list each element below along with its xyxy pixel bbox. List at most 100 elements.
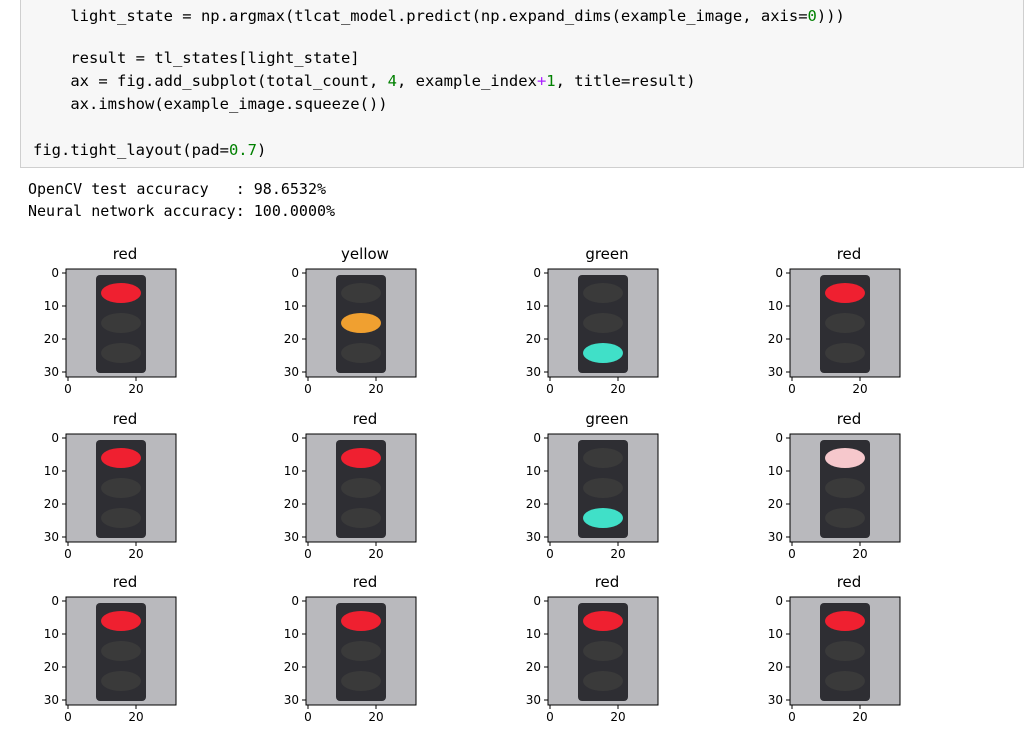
y-tick-label: 20 (44, 497, 59, 511)
lamp (101, 508, 141, 528)
subplot: red 0 10 20 30 0 20 (754, 573, 901, 724)
y-tick-label: 30 (284, 365, 299, 379)
lamp (341, 313, 381, 333)
lamp (583, 313, 623, 333)
subplot: green 0 10 20 30 0 20 (512, 245, 659, 396)
subplot-axes: 0 10 20 30 0 20 (284, 594, 417, 724)
y-tick-label: 20 (284, 660, 299, 674)
y-tick-label: 20 (768, 660, 783, 674)
lamp (341, 611, 381, 631)
x-tick-label: 20 (128, 382, 143, 396)
y-tick-label: 30 (526, 365, 541, 379)
x-tick-label: 0 (546, 547, 554, 561)
lamp (583, 671, 623, 691)
lamp (825, 283, 865, 303)
y-tick-label: 10 (44, 464, 59, 478)
y-tick-label: 30 (526, 530, 541, 544)
subplot-axes: 0 10 20 30 0 20 (284, 431, 417, 561)
lamp (825, 671, 865, 691)
code-cell[interactable]: light_state = np.argmax(tlcat_model.pred… (20, 0, 1024, 168)
y-tick-label: 10 (44, 299, 59, 313)
x-tick-label: 0 (304, 710, 312, 724)
y-tick-label: 0 (775, 431, 783, 445)
y-tick-label: 30 (44, 693, 59, 707)
y-tick-label: 30 (44, 530, 59, 544)
subplot: red 0 10 20 30 0 20 (30, 573, 177, 724)
subplot-axes: 0 10 20 30 0 20 (526, 594, 659, 724)
code-line: fig.tight_layout(pad=0.7) (33, 141, 267, 159)
lamp (583, 343, 623, 363)
y-tick-label: 20 (284, 497, 299, 511)
y-tick-label: 10 (526, 299, 541, 313)
x-tick-label: 0 (546, 710, 554, 724)
y-tick-label: 20 (768, 332, 783, 346)
subplot-axes: 0 10 20 30 0 20 (526, 431, 659, 561)
x-tick-label: 20 (610, 382, 625, 396)
lamp (341, 448, 381, 468)
subplot-axes: 0 10 20 30 0 20 (44, 266, 177, 396)
x-tick-label: 20 (852, 547, 867, 561)
y-tick-label: 10 (768, 464, 783, 478)
x-tick-label: 20 (610, 547, 625, 561)
x-tick-label: 20 (852, 382, 867, 396)
lamp (101, 478, 141, 498)
y-tick-label: 0 (51, 266, 59, 280)
y-tick-label: 20 (44, 332, 59, 346)
lamp (341, 508, 381, 528)
lamp (583, 508, 623, 528)
x-tick-label: 20 (128, 710, 143, 724)
y-tick-label: 10 (768, 299, 783, 313)
subplot: red 0 10 20 30 0 20 (270, 410, 417, 561)
subplot-axes: 0 10 20 30 0 20 (768, 594, 901, 724)
code-line: ax.imshow(example_image.squeeze()) (33, 95, 388, 113)
lamp (583, 641, 623, 661)
lamp (825, 641, 865, 661)
lamp (825, 343, 865, 363)
y-tick-label: 0 (291, 266, 299, 280)
x-tick-label: 0 (304, 382, 312, 396)
y-tick-label: 30 (768, 530, 783, 544)
x-tick-label: 20 (610, 710, 625, 724)
y-tick-label: 30 (768, 365, 783, 379)
y-tick-label: 10 (284, 464, 299, 478)
y-tick-label: 20 (526, 332, 541, 346)
code-line: ax = fig.add_subplot(total_count, 4, exa… (33, 72, 696, 90)
y-tick-label: 20 (526, 497, 541, 511)
lamp (583, 611, 623, 631)
subplot-axes: 0 10 20 30 0 20 (44, 431, 177, 561)
x-tick-label: 0 (546, 382, 554, 396)
lamp (341, 283, 381, 303)
y-tick-label: 0 (291, 594, 299, 608)
lamp (825, 313, 865, 333)
lamp (101, 283, 141, 303)
lamp (825, 508, 865, 528)
y-tick-label: 20 (768, 497, 783, 511)
subplot-axes: 0 10 20 30 0 20 (768, 431, 901, 561)
lamp (101, 671, 141, 691)
lamp (101, 448, 141, 468)
x-tick-label: 20 (368, 547, 383, 561)
x-tick-label: 20 (368, 710, 383, 724)
lamp (341, 641, 381, 661)
y-tick-label: 30 (526, 693, 541, 707)
y-tick-label: 20 (44, 660, 59, 674)
subplot-axes: 0 10 20 30 0 20 (44, 594, 177, 724)
subplot: red 0 10 20 30 0 20 (512, 573, 659, 724)
lamp (583, 478, 623, 498)
lamp (341, 343, 381, 363)
y-tick-label: 0 (775, 594, 783, 608)
y-tick-label: 0 (51, 594, 59, 608)
y-tick-label: 10 (526, 464, 541, 478)
subplot: red 0 10 20 30 0 20 (30, 245, 177, 396)
y-tick-label: 10 (768, 627, 783, 641)
y-tick-label: 20 (284, 332, 299, 346)
x-tick-label: 0 (304, 547, 312, 561)
lamp (825, 448, 865, 468)
lamp (101, 313, 141, 333)
y-tick-label: 10 (44, 627, 59, 641)
code-line: light_state = np.argmax(tlcat_model.pred… (33, 7, 845, 25)
output-accuracy-nn: Neural network accuracy: 100.0000% (28, 202, 336, 220)
x-tick-label: 0 (788, 547, 796, 561)
lamp (583, 283, 623, 303)
subplot-axes: 0 10 20 30 0 20 (284, 266, 417, 396)
